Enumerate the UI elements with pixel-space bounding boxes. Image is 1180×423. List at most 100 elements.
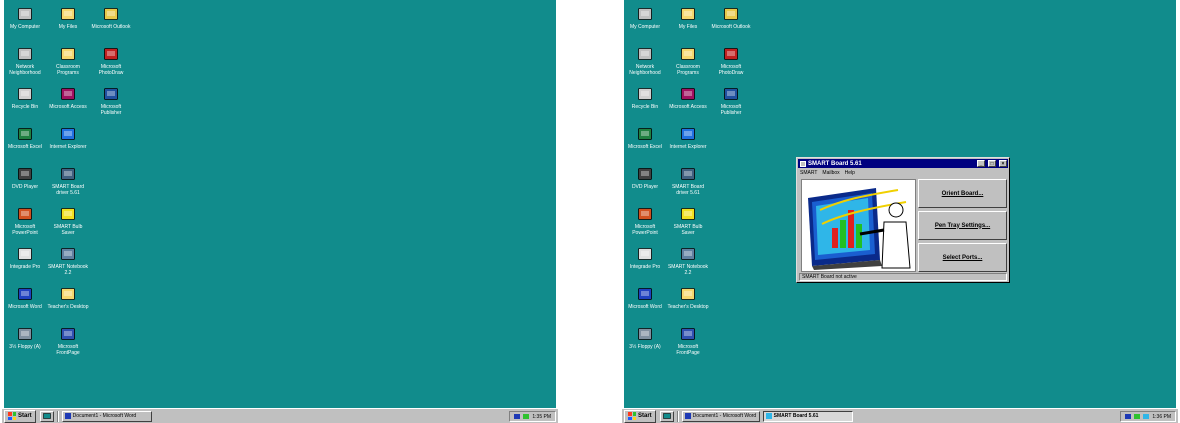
- desktop-icon-label: Recycle Bin: [631, 104, 659, 110]
- tray-smart-icon[interactable]: [523, 414, 530, 419]
- desktop-icon[interactable]: Microsoft Access: [47, 84, 89, 124]
- excel-icon: [637, 126, 653, 142]
- menu-smart[interactable]: SMART: [800, 170, 817, 176]
- desktop-icon[interactable]: Microsoft FrontPage: [47, 324, 89, 364]
- desktop-icon[interactable]: SMART Bulb Saver: [667, 204, 709, 244]
- desktop-icon-label: Microsoft PhotoDraw: [98, 64, 124, 76]
- start-button[interactable]: Start: [4, 409, 36, 423]
- folder-icon: [60, 286, 76, 302]
- quick-launch-desktop-icon[interactable]: [39, 410, 54, 422]
- desktop-icon[interactable]: Microsoft Publisher: [710, 84, 752, 124]
- desktop-icon-label: 3½ Floppy (A): [9, 344, 41, 350]
- desktop-icon-label: Microsoft Word: [8, 304, 42, 310]
- desktop-icon[interactable]: SMART Board driver 5.61: [667, 164, 709, 204]
- desktop-icon[interactable]: Teacher's Desktop: [667, 284, 709, 324]
- select-ports-button[interactable]: Select Ports...: [918, 243, 1007, 272]
- desktop-icon-label: Microsoft Word: [628, 304, 662, 310]
- tray-smartboard-icon[interactable]: [1143, 414, 1150, 419]
- publisher-icon: [723, 86, 739, 102]
- computer-icon: [17, 6, 33, 22]
- desktop-icon[interactable]: Network Neighborhood: [624, 44, 666, 84]
- desktop-icon[interactable]: Recycle Bin: [624, 84, 666, 124]
- desktop-icon[interactable]: DVD Player: [624, 164, 666, 204]
- tray-speaker-icon[interactable]: [514, 414, 521, 419]
- desktop-icon[interactable]: Microsoft PowerPoint: [624, 204, 666, 244]
- empty-slot: [90, 204, 132, 244]
- desktop-icon[interactable]: Microsoft Outlook: [90, 4, 132, 44]
- quick-launch-desktop-icon[interactable]: [659, 410, 674, 422]
- desktop-icon[interactable]: Microsoft Word: [4, 284, 46, 324]
- recycle-bin-icon: [637, 86, 653, 102]
- desktop-icon-label: Microsoft PhotoDraw: [718, 64, 744, 76]
- pen-tray-settings-button[interactable]: Pen Tray Settings...: [918, 211, 1007, 240]
- desktop-icon[interactable]: My Computer: [624, 4, 666, 44]
- dvd-icon: [637, 166, 653, 182]
- desktop-icon[interactable]: Classroom Programs: [47, 44, 89, 84]
- task-button-word[interactable]: Document1 - Microsoft Word: [61, 410, 152, 422]
- desktop-icon[interactable]: Teacher's Desktop: [47, 284, 89, 324]
- desktop-icon[interactable]: SMART Notebook 2.2: [47, 244, 89, 284]
- powerpoint-icon: [17, 206, 33, 222]
- desktop-icon[interactable]: Recycle Bin: [4, 84, 46, 124]
- desktop-icon-label: My Files: [678, 24, 698, 30]
- notebook-icon: [680, 246, 696, 262]
- desktop-icon[interactable]: Microsoft PowerPoint: [4, 204, 46, 244]
- desktop-icon[interactable]: DVD Player: [4, 164, 46, 204]
- start-button[interactable]: Start: [624, 409, 656, 423]
- desktop-icon[interactable]: Microsoft FrontPage: [667, 324, 709, 364]
- word-icon: [17, 286, 33, 302]
- desktop-icon[interactable]: SMART Bulb Saver: [47, 204, 89, 244]
- desktop-icon[interactable]: My Files: [47, 4, 89, 44]
- task-button-word[interactable]: Document1 - Microsoft Word: [681, 410, 760, 422]
- desktop-icon-label: Microsoft Excel: [628, 144, 662, 150]
- desktop-icon[interactable]: Microsoft Publisher: [90, 84, 132, 124]
- desktop-icon[interactable]: Microsoft Access: [667, 84, 709, 124]
- desktop-icon[interactable]: My Files: [667, 4, 709, 44]
- desktop-icon[interactable]: Internet Explorer: [667, 124, 709, 164]
- desktop-icon-label: Microsoft Outlook: [91, 24, 131, 30]
- desktop-icon-label: Microsoft FrontPage: [56, 344, 80, 356]
- desktop-icon-label: SMART Bulb Saver: [673, 224, 703, 236]
- minimize-button[interactable]: _: [977, 160, 985, 167]
- desktop-icon[interactable]: Internet Explorer: [47, 124, 89, 164]
- tray-smart-icon[interactable]: [1134, 414, 1141, 419]
- desktop-icon[interactable]: Microsoft Excel: [624, 124, 666, 164]
- empty-slot: [710, 324, 752, 364]
- desktop-icon[interactable]: Integrade Pro: [624, 244, 666, 284]
- desktop-icon[interactable]: Network Neighborhood: [4, 44, 46, 84]
- desktop-icon[interactable]: Microsoft Excel: [4, 124, 46, 164]
- desktop-icon-label: My Computer: [9, 24, 40, 30]
- desktop-icon[interactable]: 3½ Floppy (A): [624, 324, 666, 364]
- computer-icon: [637, 6, 653, 22]
- photodraw-icon: [723, 46, 739, 62]
- dialog-title-bar[interactable]: SMART Board 5.61 _ □ ×: [798, 159, 1008, 168]
- desktop-icon[interactable]: Microsoft PhotoDraw: [90, 44, 132, 84]
- desktop-icon-label: Microsoft Access: [49, 104, 87, 110]
- menu-mailbox[interactable]: Mailbox: [822, 170, 839, 176]
- desktop-icon[interactable]: Microsoft Word: [624, 284, 666, 324]
- screen-right: My Computer My Files Microsoft Outlook Netw…: [622, 0, 1178, 423]
- desktop-icon-label: SMART Notebook 2.2: [47, 264, 89, 276]
- menu-help[interactable]: Help: [845, 170, 855, 176]
- floppy-icon: [17, 326, 33, 342]
- desktop-icon[interactable]: Microsoft PhotoDraw: [710, 44, 752, 84]
- task-button-smartboard[interactable]: SMART Board 5.61: [762, 410, 853, 422]
- orient-board-button[interactable]: Orient Board...: [918, 179, 1007, 208]
- desktop-icon[interactable]: My Computer: [4, 4, 46, 44]
- bulb-icon: [60, 206, 76, 222]
- desktop-icon[interactable]: Microsoft Outlook: [710, 4, 752, 44]
- desktop-icon-label: Internet Explorer: [669, 144, 707, 150]
- desktop-icon[interactable]: Integrade Pro: [4, 244, 46, 284]
- bulb-icon: [680, 206, 696, 222]
- desktop-icon[interactable]: SMART Board driver 5.61: [47, 164, 89, 204]
- tray-speaker-icon[interactable]: [1125, 414, 1132, 419]
- desktop-icon-label: SMART Bulb Saver: [53, 224, 83, 236]
- desktop-icon-label: Network Neighborhood: [629, 64, 661, 76]
- desktop-icon[interactable]: SMART Notebook 2.2: [667, 244, 709, 284]
- access-icon: [60, 86, 76, 102]
- desktop-icon[interactable]: Classroom Programs: [667, 44, 709, 84]
- desktop-icon-label: Internet Explorer: [49, 144, 87, 150]
- desktop-icon[interactable]: 3½ Floppy (A): [4, 324, 46, 364]
- maximize-button[interactable]: □: [988, 160, 996, 167]
- close-button[interactable]: ×: [999, 160, 1007, 167]
